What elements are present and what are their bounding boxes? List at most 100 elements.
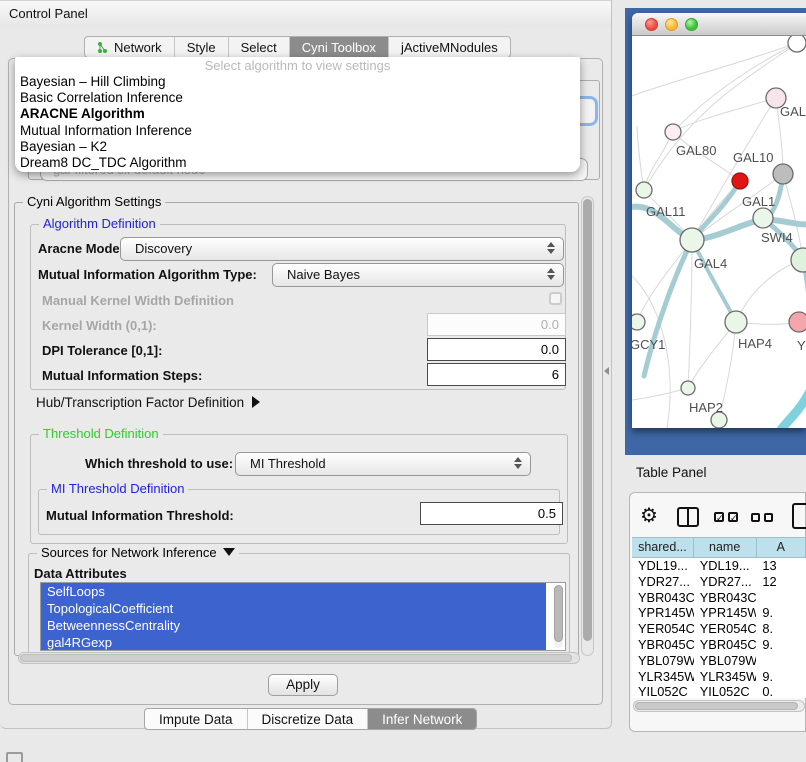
algorithm-option[interactable]: ARACNE Algorithm (15, 106, 580, 122)
data-attributes-label: Data Attributes (34, 566, 127, 581)
algorithm-option[interactable]: Bayesian – K2 (15, 139, 580, 155)
table-row[interactable]: YDR27...YDR27...12 (632, 574, 806, 590)
node-hap2[interactable] (681, 381, 695, 395)
mac-minimize-icon[interactable] (665, 18, 678, 31)
table-row[interactable]: YBR045CYBR045C9. (632, 637, 806, 653)
node-gal11[interactable] (636, 182, 652, 198)
tab-style[interactable]: Style (174, 37, 228, 57)
node-table: shared...nameA YDL19...YDL19...13YDR27..… (632, 537, 806, 698)
node-right-pink[interactable] (789, 312, 806, 332)
column-header[interactable]: A (757, 538, 806, 557)
tab-impute-data[interactable]: Impute Data (145, 709, 247, 729)
table-cell: 9. (756, 605, 806, 621)
node-gal10-gray[interactable] (773, 164, 793, 184)
node-label-gal10: GAL10 (733, 150, 773, 165)
table-cell: YLR345W (632, 669, 694, 685)
algorithm-option[interactable]: Bayesian – Hill Climbing (15, 74, 580, 90)
which-threshold-combobox[interactable]: MI Threshold (235, 452, 531, 476)
table-cell: YIL052C (632, 684, 694, 698)
data-attribute-item[interactable]: gal4RGexp (41, 634, 546, 651)
table-cell: 12 (756, 574, 806, 590)
table-cell (756, 590, 806, 606)
table-row[interactable]: YPR145WYPR145W9. (632, 605, 806, 621)
table-cell: YER054C (632, 621, 694, 637)
node-label-swi4: SWI4 (761, 230, 793, 245)
tab-infer-network[interactable]: Infer Network (367, 709, 476, 729)
minimized-panel-icon[interactable] (6, 752, 23, 762)
apply-button[interactable]: Apply (268, 674, 338, 696)
network-window-titlebar[interactable] (632, 13, 806, 36)
mi-algorithm-type-combobox[interactable]: Naive Bayes (272, 263, 564, 287)
table-cell: 8. (756, 621, 806, 637)
algorithm-option[interactable]: Basic Correlation Inference (15, 90, 580, 106)
mac-close-icon[interactable] (645, 18, 658, 31)
mac-zoom-icon[interactable] (685, 18, 698, 31)
control-panel-tabbar: NetworkStyleSelectCyni ToolboxjActiveMNo… (84, 36, 511, 58)
table-row[interactable]: YBR043CYBR043C (632, 590, 806, 606)
settings-vertical-scrollbar[interactable] (581, 196, 594, 656)
hub-transcription-factor-toggle[interactable]: Hub/Transcription Factor Definition (36, 395, 260, 410)
table-cell: YIL052C (694, 684, 757, 698)
node-swi4[interactable] (753, 208, 773, 228)
threshold-definition-legend: Threshold Definition (39, 426, 163, 441)
table-row[interactable]: YIL052CYIL052C0. (632, 684, 806, 698)
table-cell: YBR045C (632, 637, 694, 653)
node-gal4[interactable] (680, 228, 704, 252)
table-cell: YBL079W (694, 653, 757, 669)
table-cell: YPR145W (694, 605, 757, 621)
deselect-all-columns-icon[interactable] (751, 513, 773, 522)
table-cell: YBR045C (694, 637, 757, 653)
gear-icon[interactable]: ⚙ (640, 503, 658, 528)
dpi-tolerance-field[interactable]: 0.0 (427, 338, 566, 361)
table-cell: YDL19... (694, 558, 757, 574)
algorithm-placeholder: Select algorithm to view settings (15, 58, 580, 74)
network-canvas[interactable]: GALGAL80GAL10GAL1GAL11SWI4GAL4GCY1HAP4YH… (632, 36, 806, 428)
kernel-width-field[interactable]: 0.0 (427, 313, 566, 336)
table-cell: 0. (756, 684, 806, 698)
table-cell: YDR27... (632, 574, 694, 590)
column-header[interactable]: shared... (632, 538, 694, 557)
mi-threshold-field[interactable]: 0.5 (420, 502, 563, 525)
sources-legend[interactable]: Sources for Network Inference (37, 545, 239, 560)
data-attribute-item[interactable]: BetweennessCentrality (41, 617, 546, 634)
data-attribute-item[interactable]: TopologicalCoefficient (41, 600, 546, 617)
table-cell: 9. (756, 669, 806, 685)
node-top-white[interactable] (788, 36, 806, 52)
table-row[interactable]: YBL079WYBL079W (632, 653, 806, 669)
table-cell: YBL079W (632, 653, 694, 669)
select-all-columns-icon[interactable]: ✓✓ (714, 512, 738, 522)
table-row[interactable]: YER054CYER054C8. (632, 621, 806, 637)
node-gal80[interactable] (665, 124, 681, 140)
column-header[interactable]: name (694, 538, 757, 557)
node-gal1-red[interactable] (732, 173, 748, 189)
node-gcy1[interactable] (632, 314, 645, 330)
table-panel-title: Table Panel (636, 465, 707, 480)
algorithm-option[interactable]: Dream8 DC_TDC Algorithm (15, 155, 580, 171)
node-right-green[interactable] (791, 248, 806, 272)
table-row[interactable]: YLR345WYLR345W9. (632, 669, 806, 685)
data-attribute-item[interactable]: SelfLoops (41, 583, 546, 600)
algorithm-option[interactable]: Mutual Information Inference (15, 123, 580, 139)
table-row[interactable]: YDL19...YDL19...13 (632, 558, 806, 574)
settings-horizontal-scrollbar[interactable] (18, 652, 580, 664)
manual-kernel-width-checkbox[interactable] (549, 292, 562, 305)
network-window[interactable]: GALGAL80GAL10GAL1GAL11SWI4GAL4GCY1HAP4YH… (632, 13, 806, 428)
splitter-collapse-icon[interactable] (604, 367, 609, 375)
mi-steps-field[interactable]: 6 (427, 363, 566, 386)
export-table-icon[interactable] (792, 503, 806, 529)
table-cell: 13 (756, 558, 806, 574)
node-label-gal4: GAL4 (694, 256, 727, 271)
attributes-vertical-scrollbar[interactable] (554, 585, 563, 648)
collapsed-arrow-icon (252, 396, 260, 408)
table-header-row: shared...nameA (632, 537, 806, 558)
tab-jactivemnodules[interactable]: jActiveMNodules (388, 37, 510, 57)
aracne-mode-combobox[interactable]: Discovery (120, 237, 564, 261)
tab-select[interactable]: Select (228, 37, 289, 57)
table-horizontal-scrollbar[interactable] (633, 700, 805, 712)
tab-cyni-toolbox[interactable]: Cyni Toolbox (289, 37, 388, 57)
tab-discretize-data[interactable]: Discretize Data (247, 709, 368, 729)
node-label-y: Y (797, 338, 806, 353)
columns-icon[interactable] (677, 507, 699, 527)
node-hap4[interactable] (725, 311, 747, 333)
tab-network[interactable]: Network (85, 37, 174, 57)
